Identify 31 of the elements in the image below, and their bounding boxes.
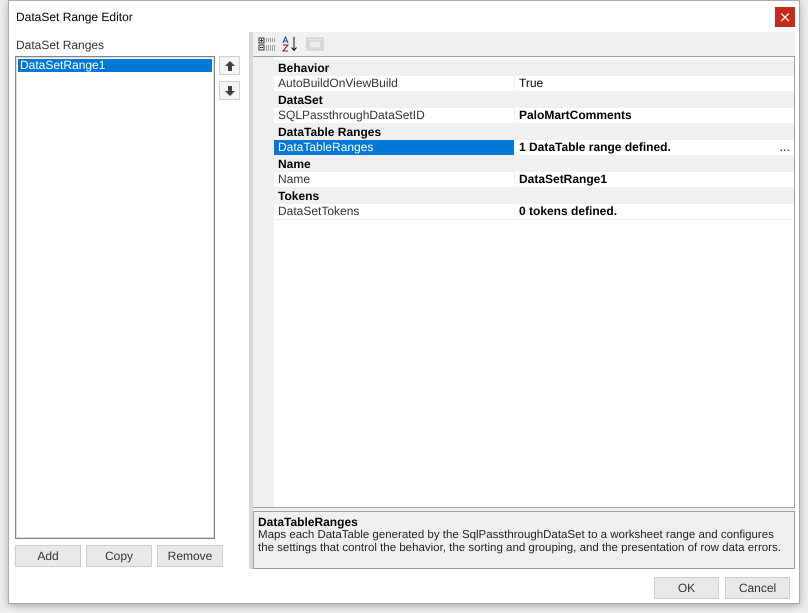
property-value: DataSetRange1	[519, 172, 608, 187]
list-item[interactable]: DataSetRange1	[18, 59, 212, 72]
property-value: 1 DataTable range defined.	[519, 140, 671, 155]
property-name[interactable]: Name	[274, 172, 515, 187]
up-arrow-icon	[224, 60, 234, 70]
down-arrow-icon	[224, 86, 234, 96]
category-label: Name	[278, 157, 311, 171]
description-title: DataTableRanges	[258, 515, 359, 529]
property-value: True	[519, 76, 544, 91]
move-down-button[interactable]	[219, 81, 240, 100]
category-label: Tokens	[278, 189, 320, 203]
list-label: DataSet Ranges	[16, 38, 106, 52]
category-label: DataTable Ranges	[278, 125, 382, 139]
dialog-button[interactable]: OK	[654, 577, 719, 599]
category-label: DataSet	[278, 93, 323, 107]
property-name[interactable]: AutoBuildOnViewBuild	[274, 76, 515, 91]
property-name[interactable]: DataTableRanges	[274, 140, 515, 155]
close-button[interactable]: ×	[775, 6, 795, 26]
property-value: PaloMartComments	[519, 108, 632, 123]
list-action-button[interactable]: Add	[15, 545, 81, 567]
list-action-button[interactable]: Remove	[157, 545, 223, 567]
description-text: Maps each DataTable generated by the SqlPassthroughDataSet to a worksheet range and configures the settings that control the behavior, the sorting and grouping, and the presentation of row data errors.	[258, 529, 782, 555]
property-name[interactable]: DataSetTokens	[274, 204, 515, 219]
window-title: DataSet Range Editor	[16, 10, 133, 24]
move-up-button[interactable]	[219, 56, 240, 75]
property-name[interactable]: SQLPassthroughDataSetID	[274, 108, 515, 123]
ellipsis-button[interactable]: ...	[776, 140, 794, 155]
dialog-button[interactable]: Cancel	[725, 577, 790, 599]
list-action-button[interactable]: Copy	[86, 545, 152, 567]
property-value: 0 tokens defined.	[519, 204, 618, 219]
category-label: Behavior	[278, 61, 330, 75]
